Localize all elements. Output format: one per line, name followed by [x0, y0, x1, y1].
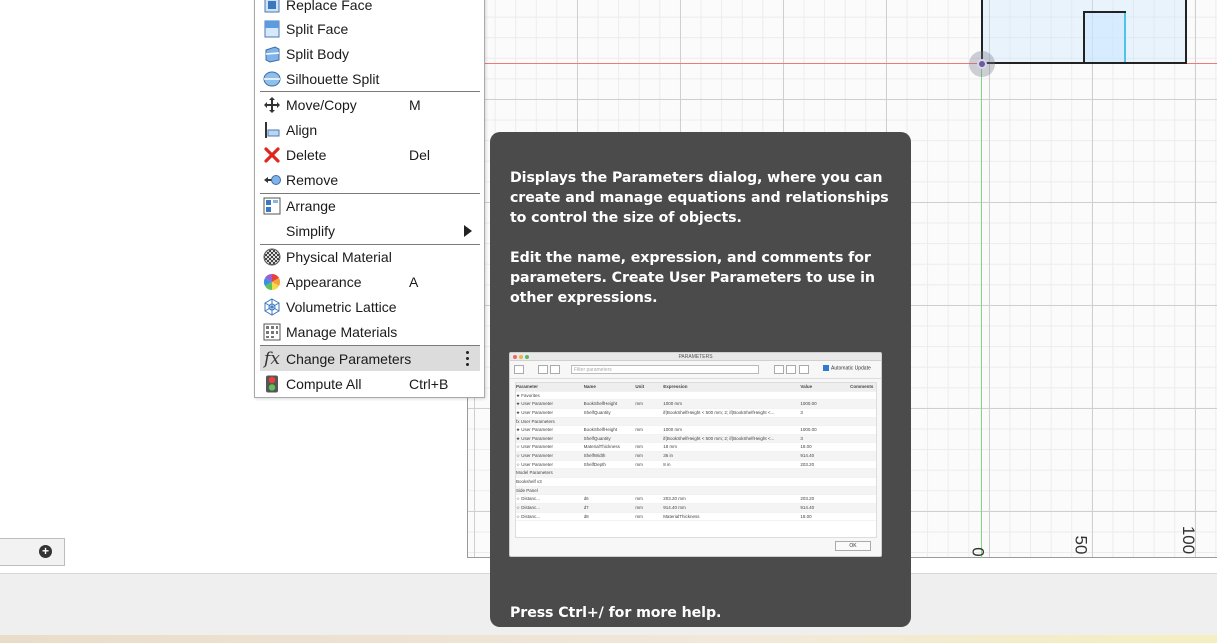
fx-icon: fx [264, 348, 280, 369]
ruler-label-100: 100 [1179, 525, 1199, 555]
table-row: ★ User Parameter ShelfQuantity if(BookShel… [516, 409, 876, 418]
split-body-icon [262, 44, 282, 64]
menu-item-volumetric-lattice[interactable]: Volumetric Lattice [260, 294, 480, 319]
silhouette-split-icon [262, 69, 282, 89]
menu-item-physical-material[interactable]: Physical Material [260, 244, 480, 269]
preview-auto-update: Automatic Update [823, 365, 871, 371]
sketch-profile-inner[interactable] [1083, 11, 1126, 64]
ruler-label-50: 50 [1071, 535, 1091, 555]
menu-item-silhouette-split[interactable]: Silhouette Split [260, 66, 480, 91]
table-row: ☆ User Parameter ShelfDepth mm 8 in 203.20 [516, 461, 876, 470]
table-row: ☆ Distanc... d8 mm MaterialThickness 18.00 [516, 513, 876, 522]
menu-item-label: Split Body [286, 45, 350, 62]
menu-item-shortcut: A [409, 273, 419, 290]
table-row: ☆ Distanc... d6 mm 203.20 mm 203.20 [516, 495, 876, 504]
context-menu: Replace Face Split Face Split Body Silho… [254, 0, 485, 398]
menu-item-label: Manage Materials [286, 323, 398, 340]
tooltip-description: Displays the Parameters dialog, where yo… [510, 170, 889, 226]
browser-panel-footer: + [0, 538, 65, 566]
menu-item-label: Change Parameters [286, 350, 412, 367]
compute-all-icon [262, 374, 282, 394]
menu-item-label: Volumetric Lattice [286, 298, 397, 315]
table-row: ☆ User Parameter MaterialThickness mm 18 mm… [516, 443, 876, 453]
preview-parameters-table: Parameter Name Unit Expression Value Comments… [515, 382, 877, 538]
delete-icon [262, 145, 282, 165]
menu-item-shortcut: Del [409, 146, 431, 163]
preview-table-header: Parameter Name Unit Expression Value Comments [516, 383, 876, 392]
replace-face-icon [262, 0, 282, 15]
preview-title: PARAMETERS [678, 354, 713, 360]
menu-item-manage-materials[interactable]: Manage Materials [260, 319, 480, 344]
menu-item-label: Compute All [286, 375, 362, 392]
menu-item-label: Align [286, 121, 318, 138]
table-row: ★ User Parameter BookShelfHeight mm 1000 mm… [516, 400, 876, 409]
menu-item-align[interactable]: Align [260, 117, 480, 142]
table-row: ★ Favorites [516, 392, 876, 401]
menu-item-label: Replace Face [286, 0, 373, 13]
menu-item-split-body[interactable]: Split Body [260, 41, 480, 66]
menu-item-label: Arrange [286, 197, 336, 214]
menu-item-delete[interactable]: Delete Del [260, 142, 480, 167]
preview-toolbar: Filter parameters Automatic Update [510, 361, 881, 379]
menu-item-remove[interactable]: Remove [260, 167, 480, 192]
lattice-icon [262, 297, 282, 317]
table-row: Bookshelf v3 [516, 478, 876, 487]
menu-item-label: Simplify [286, 222, 336, 239]
menu-item-label: Split Face [286, 20, 349, 37]
menu-item-label: Silhouette Split [286, 70, 380, 87]
move-icon [262, 95, 282, 115]
table-row: Model Parameters [516, 469, 876, 479]
parameters-dialog-preview: PARAMETERS Filter parameters Automatic U… [509, 352, 882, 557]
menu-item-label: Move/Copy [286, 96, 357, 113]
command-tooltip: Displays the Parameters dialog, where yo… [490, 132, 911, 627]
physical-material-icon [262, 247, 282, 267]
preview-ok-button: OK [835, 541, 871, 551]
submenu-arrow-icon [464, 225, 472, 237]
taskbar-edge [0, 635, 1217, 643]
sketch-selected-edge[interactable] [1124, 13, 1126, 62]
remove-icon [262, 170, 282, 190]
menu-item-shortcut: M [409, 96, 421, 113]
menu-item-arrange[interactable]: Arrange [260, 193, 480, 218]
tooltip-help-hint: Press Ctrl+/ for more help. [510, 605, 722, 621]
split-face-icon [262, 19, 282, 39]
menu-item-change-parameters[interactable]: fx Change Parameters [260, 346, 480, 371]
menu-item-simplify[interactable]: Simplify [260, 218, 480, 243]
align-icon [262, 120, 282, 140]
menu-item-move-copy[interactable]: Move/Copy M [260, 92, 480, 117]
menu-item-label: Physical Material [286, 248, 392, 265]
table-row: ☆ User Parameter ShelfWidth mm 36 in 914.40 [516, 452, 876, 461]
menu-item-compute-all[interactable]: Compute All Ctrl+B [260, 371, 480, 396]
more-options-icon[interactable] [466, 351, 470, 366]
menu-item-shortcut: Ctrl+B [409, 375, 449, 392]
table-row: fx User Parameters [516, 417, 876, 427]
table-row: ★ User Parameter ShelfQuantity if(BookShel… [516, 434, 876, 444]
menu-item-label: Delete [286, 146, 327, 163]
table-row: ☆ Distanc... d7 mm 914.40 mm 914.40 [516, 503, 876, 513]
manage-materials-icon [262, 322, 282, 342]
preview-search: Filter parameters [571, 365, 759, 374]
ruler-label-0: 0 [968, 547, 988, 557]
menu-item-split-face[interactable]: Split Face [260, 16, 480, 41]
preview-titlebar: PARAMETERS [510, 353, 881, 361]
table-row: ★ User Parameter BookShelfHeight mm 1000 mm… [516, 426, 876, 435]
y-axis-line [981, 63, 982, 558]
tooltip-details: Edit the name, expression, and comments … [510, 250, 875, 306]
origin-point[interactable] [969, 51, 995, 77]
simplify-blank-icon [262, 221, 282, 241]
add-icon[interactable]: + [39, 545, 52, 558]
menu-item-label: Appearance [286, 273, 362, 290]
menu-item-label: Remove [286, 171, 339, 188]
menu-item-appearance[interactable]: Appearance A [260, 269, 480, 294]
menu-item-replace-face[interactable]: Replace Face [260, 0, 480, 17]
appearance-icon [262, 272, 282, 292]
arrange-icon [262, 196, 282, 216]
table-row: Side Panel [516, 486, 876, 496]
origin-dot-icon [977, 59, 987, 69]
